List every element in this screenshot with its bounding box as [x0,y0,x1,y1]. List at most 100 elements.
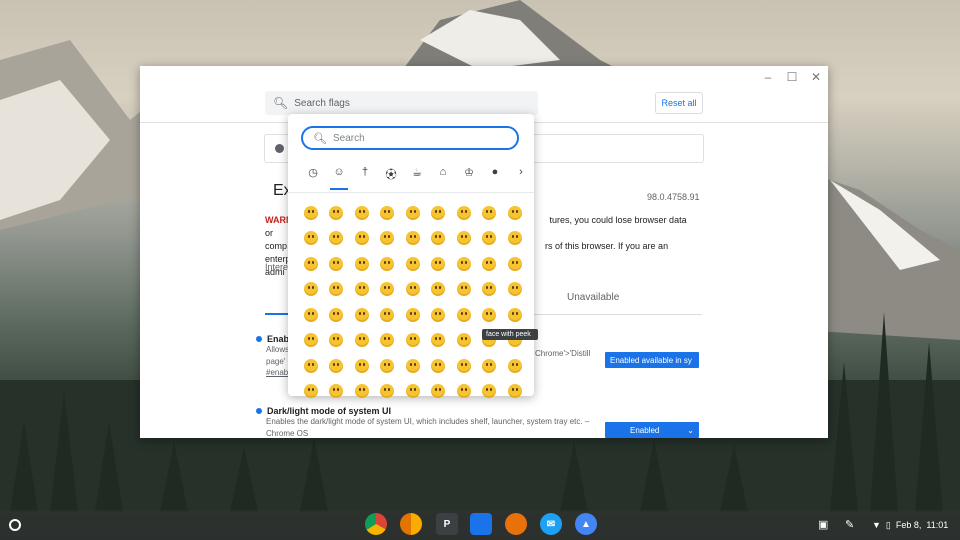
emoji-face-icon[interactable] [400,353,426,379]
emoji-face-icon[interactable] [426,277,452,303]
emoji-face-icon[interactable] [375,302,401,328]
emoji-face-icon[interactable] [400,200,426,226]
activity-icon[interactable]: ⚽︎ [378,166,404,184]
minimize-button[interactable]: – [762,70,774,84]
emoji-face-icon[interactable] [400,226,426,252]
emoji-face-icon[interactable] [477,200,503,226]
emoji-face-icon[interactable] [349,379,375,405]
emoji-face-icon[interactable] [400,302,426,328]
emoji-face-icon[interactable] [375,379,401,405]
wifi-icon: ▼ [872,520,881,530]
emoji-face-icon[interactable] [349,353,375,379]
emoji-face-icon[interactable] [400,328,426,354]
emoji-face-icon[interactable] [451,200,477,226]
travel-icon[interactable]: ⌂ [430,166,456,184]
twitter-icon[interactable]: ✉︎ [540,513,562,535]
emoji-face-icon[interactable] [298,328,324,354]
emoji-face-icon[interactable] [451,302,477,328]
emoji-face-icon[interactable] [400,277,426,303]
emoji-face-icon[interactable] [502,302,528,328]
emoji-face-icon[interactable] [324,277,350,303]
emoji-face-icon[interactable] [324,379,350,405]
emoji-face-icon[interactable] [426,251,452,277]
emoji-face-icon[interactable] [375,251,401,277]
emoji-face-icon[interactable] [502,251,528,277]
emoji-face-icon[interactable] [324,328,350,354]
emoji-face-icon[interactable] [298,251,324,277]
flag-select[interactable]: Enabled ⌄ [605,422,699,438]
emoji-face-icon[interactable] [298,200,324,226]
person-icon[interactable]: † [352,166,378,184]
reset-all-button[interactable]: Reset all [655,92,703,114]
emoji-face-icon[interactable] [324,251,350,277]
status-tray[interactable]: ▼ ▯ Feb 8, 11:01 [866,515,956,535]
lightbulb-icon[interactable]: ● [482,166,508,184]
emoji-face-icon[interactable] [298,302,324,328]
emoji-face-icon[interactable] [502,379,528,405]
emoji-face-icon[interactable] [451,328,477,354]
trophy-icon[interactable]: ♔ [456,166,482,184]
tab-unavailable[interactable]: Unavailable [567,292,619,303]
emoji-face-icon[interactable] [349,200,375,226]
emoji-face-icon[interactable] [349,226,375,252]
emoji-face-icon[interactable] [502,200,528,226]
emoji-face-icon[interactable] [324,200,350,226]
emoji-face-icon[interactable] [451,226,477,252]
emoji-face-icon[interactable] [324,353,350,379]
emoji-face-icon[interactable] [426,302,452,328]
emoji-face-icon[interactable] [298,379,324,405]
emoji-face-icon[interactable] [375,226,401,252]
search-flags-input[interactable]: 🔍︎ Search flags [265,91,538,115]
files-icon[interactable] [470,513,492,535]
emoji-face-icon[interactable] [400,379,426,405]
emoji-face-icon[interactable] [451,277,477,303]
emoji-face-icon[interactable] [349,302,375,328]
emoji-face-icon[interactable] [375,328,401,354]
emoji-face-icon[interactable] [451,379,477,405]
app-5-icon[interactable] [505,513,527,535]
emoji-face-icon[interactable] [451,251,477,277]
emoji-face-icon[interactable] [477,302,503,328]
emoji-face-icon[interactable] [426,379,452,405]
stylus-icon[interactable]: ✎ [845,518,854,531]
emoji-face-icon[interactable] [400,251,426,277]
smiley-icon[interactable]: ☺︎ [326,166,352,190]
emoji-face-icon[interactable] [298,277,324,303]
emoji-face-icon[interactable] [298,226,324,252]
emoji-face-icon[interactable] [451,353,477,379]
emoji-face-icon[interactable] [349,328,375,354]
emoji-face-icon[interactable] [502,226,528,252]
launcher-button[interactable] [9,519,21,531]
emoji-face-icon[interactable] [349,277,375,303]
emoji-face-icon[interactable] [426,328,452,354]
food-icon[interactable]: ☕︎ [404,166,430,184]
lab-app-icon[interactable]: ▲ [575,513,597,535]
emoji-face-icon[interactable] [375,277,401,303]
recent-icon[interactable]: ◷ [300,166,326,184]
p-app-icon[interactable]: P [436,513,458,535]
emoji-search-input[interactable]: 🔍︎ Search [301,126,519,150]
emoji-face-icon[interactable] [502,277,528,303]
emoji-face-icon[interactable] [426,353,452,379]
chevron-right-icon[interactable]: › [508,166,534,184]
emoji-face-icon[interactable] [477,277,503,303]
emoji-face-icon[interactable] [477,353,503,379]
emoji-face-icon[interactable] [324,302,350,328]
emoji-face-icon[interactable] [324,226,350,252]
flag-select[interactable]: Enabled available in sy [605,352,699,368]
chrome-icon[interactable] [365,513,387,535]
close-button[interactable]: ✕ [810,70,822,84]
emoji-face-icon[interactable] [477,226,503,252]
emoji-face-icon[interactable] [349,251,375,277]
chrome-canary-icon[interactable] [400,513,422,535]
emoji-face-icon[interactable] [477,379,503,405]
emoji-face-icon[interactable] [426,226,452,252]
emoji-face-icon[interactable] [375,353,401,379]
emoji-face-icon[interactable] [426,200,452,226]
emoji-face-icon[interactable] [502,353,528,379]
emoji-face-icon[interactable] [375,200,401,226]
emoji-face-icon[interactable] [477,251,503,277]
overview-icon[interactable]: ▣ [818,518,828,531]
maximize-button[interactable]: ☐ [786,70,798,84]
emoji-face-icon[interactable] [298,353,324,379]
